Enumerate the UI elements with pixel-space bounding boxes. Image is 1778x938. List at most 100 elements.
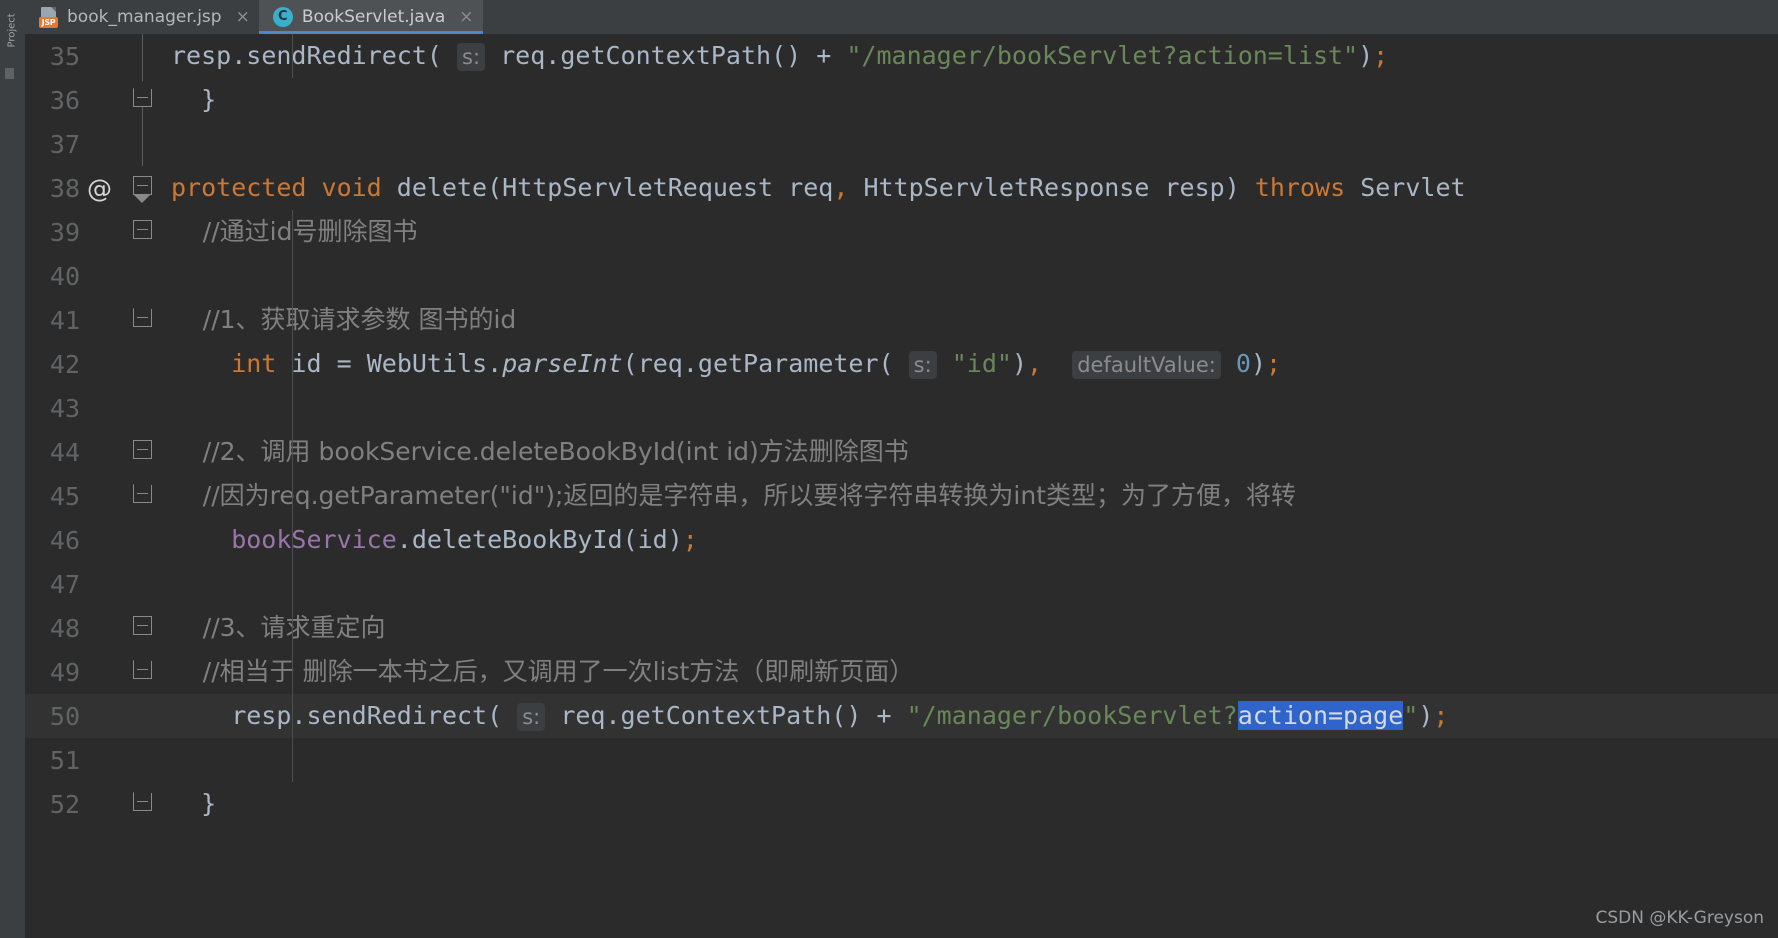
line-number: 48 <box>49 613 80 643</box>
line-number: 40 <box>49 261 80 291</box>
gutter[interactable]: 40 <box>25 254 130 298</box>
annotation-marker-icon[interactable]: @ <box>87 176 112 201</box>
fold-column[interactable] <box>130 606 156 650</box>
fold-column[interactable] <box>130 78 156 122</box>
fold-column[interactable] <box>130 34 156 78</box>
project-stripe-label[interactable]: Project <box>7 0 18 47</box>
gutter[interactable]: 39 <box>25 210 130 254</box>
tool-window-stripe[interactable]: Project <box>0 0 25 938</box>
line-number: 41 <box>49 305 80 335</box>
fold-expand-icon[interactable] <box>133 440 152 459</box>
fold-column[interactable] <box>130 650 156 694</box>
code-line[interactable]: 41 //1、获取请求参数 图书的id <box>25 298 1778 342</box>
fold-column[interactable] <box>130 430 156 474</box>
close-icon[interactable]: × <box>459 8 473 26</box>
fold-column[interactable] <box>130 694 156 738</box>
code-text: //1、获取请求参数 图书的id <box>156 298 1778 342</box>
line-number: 45 <box>49 481 80 511</box>
fold-column[interactable] <box>130 342 156 386</box>
gutter[interactable]: 43 <box>25 386 130 430</box>
code-line[interactable]: 49 //相当于 删除一本书之后，又调用了一次list方法（即刷新页面） <box>25 650 1778 694</box>
editor-tab-bar: JSP book_manager.jsp × C BookServlet.jav… <box>25 0 1778 34</box>
code-line[interactable]: 48 //3、请求重定向 <box>25 606 1778 650</box>
java-class-icon: C <box>272 7 293 27</box>
fold-column[interactable] <box>130 518 156 562</box>
code-text: } <box>171 789 217 818</box>
close-icon[interactable]: × <box>236 8 250 26</box>
fold-expand-icon[interactable] <box>133 220 152 239</box>
code-text <box>156 738 1778 782</box>
code-text: bookService.deleteBookById(id); <box>156 518 1778 562</box>
fold-column[interactable] <box>130 166 156 210</box>
gutter[interactable]: 45 <box>25 474 130 518</box>
code-line[interactable]: 38 @ protected void delete(HttpServletRe… <box>25 166 1778 210</box>
horizontal-scrollbar[interactable] <box>25 928 1778 938</box>
inline-hint-s: s: <box>457 42 486 71</box>
code-line[interactable]: 45 //因为req.getParameter("id");返回的是字符串，所以… <box>25 474 1778 518</box>
gutter[interactable]: 41 <box>25 298 130 342</box>
fold-column[interactable] <box>130 254 156 298</box>
gutter[interactable]: 49 <box>25 650 130 694</box>
code-text: int id = WebUtils.parseInt(req.getParame… <box>156 342 1778 387</box>
gutter[interactable]: 51 <box>25 738 130 782</box>
fold-expand-icon[interactable] <box>133 616 152 635</box>
fold-column[interactable] <box>130 474 156 518</box>
fold-collapse-icon[interactable] <box>133 81 153 107</box>
code-line[interactable]: 35 resp.sendRedirect( s: req.getContextP… <box>25 34 1778 78</box>
fold-column[interactable] <box>130 122 156 166</box>
line-number: 49 <box>49 657 80 687</box>
gutter[interactable]: 50 <box>25 694 130 738</box>
stripe-marker-icon <box>5 68 14 79</box>
line-number: 36 <box>49 85 80 115</box>
code-line[interactable]: 44 //2、调用 bookService.deleteBookById(int… <box>25 430 1778 474</box>
code-line[interactable]: 40 <box>25 254 1778 298</box>
line-number: 37 <box>49 129 80 159</box>
fold-column[interactable] <box>130 210 156 254</box>
code-editor[interactable]: 35 resp.sendRedirect( s: req.getContextP… <box>25 34 1778 938</box>
line-number: 51 <box>49 745 80 775</box>
code-text: resp.sendRedirect( s: req.getContextPath… <box>156 694 1778 739</box>
ide-window: Project JSP book_manager.jsp × C BookSer… <box>0 0 1778 938</box>
gutter[interactable]: 36 <box>25 78 130 122</box>
code-line[interactable]: 39 //通过id号删除图书 <box>25 210 1778 254</box>
fold-column[interactable] <box>130 386 156 430</box>
code-line[interactable]: 36 } <box>25 78 1778 122</box>
fold-collapse-icon[interactable] <box>133 301 153 327</box>
gutter[interactable]: 52 <box>25 782 130 826</box>
fold-expand-icon[interactable] <box>133 176 152 195</box>
gutter[interactable]: 37 <box>25 122 130 166</box>
fold-collapse-icon[interactable] <box>133 477 153 503</box>
code-line-current[interactable]: 50 resp.sendRedirect( s: req.getContextP… <box>25 694 1778 738</box>
gutter[interactable]: 35 <box>25 34 130 78</box>
fold-collapse-icon[interactable] <box>133 653 153 679</box>
jsp-badge-label: JSP <box>39 16 58 28</box>
fold-column[interactable] <box>130 562 156 606</box>
fold-column[interactable] <box>130 738 156 782</box>
fold-collapse-icon[interactable] <box>133 785 153 811</box>
code-line[interactable]: 37 <box>25 122 1778 166</box>
gutter[interactable]: 44 <box>25 430 130 474</box>
code-line[interactable]: 46 bookService.deleteBookById(id); <box>25 518 1778 562</box>
code-line[interactable]: 43 <box>25 386 1778 430</box>
gutter[interactable]: 46 <box>25 518 130 562</box>
inline-hint-s: s: <box>517 702 546 731</box>
code-line[interactable]: 52 } <box>25 782 1778 826</box>
code-text: } <box>171 85 217 114</box>
inline-hint-defaultvalue: defaultValue: <box>1072 350 1221 379</box>
code-text: //2、调用 bookService.deleteBookById(int id… <box>156 430 1778 474</box>
code-line[interactable]: 42 int id = WebUtils.parseInt(req.getPar… <box>25 342 1778 386</box>
watermark-text: CSDN @KK-Greyson <box>1595 908 1764 928</box>
inline-hint-s: s: <box>908 350 937 379</box>
selected-text[interactable]: action=page <box>1237 700 1404 730</box>
fold-column[interactable] <box>130 298 156 342</box>
gutter[interactable]: 38 @ <box>25 166 130 210</box>
code-line[interactable]: 47 <box>25 562 1778 606</box>
code-line[interactable]: 51 <box>25 738 1778 782</box>
gutter[interactable]: 48 <box>25 606 130 650</box>
gutter[interactable]: 42 <box>25 342 130 386</box>
fold-column[interactable] <box>130 782 156 826</box>
editor-tab-bookservlet-java[interactable]: C BookServlet.java × <box>258 0 483 34</box>
editor-tab-book-manager-jsp[interactable]: JSP book_manager.jsp × <box>25 0 259 34</box>
gutter[interactable]: 47 <box>25 562 130 606</box>
